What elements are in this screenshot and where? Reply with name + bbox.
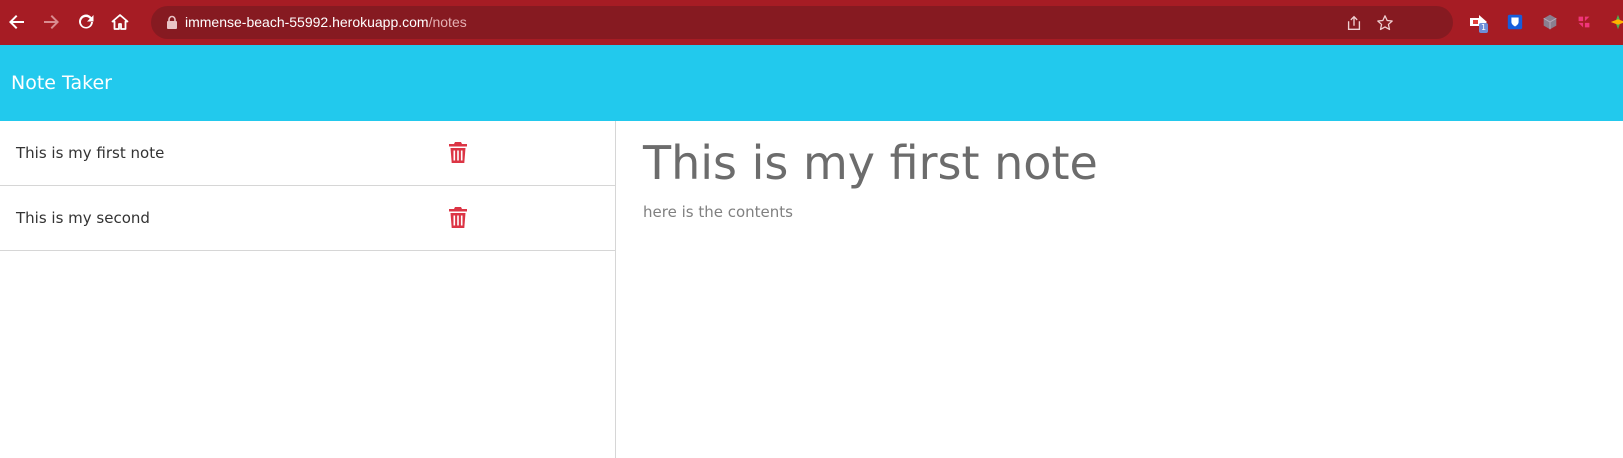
home-icon — [111, 14, 129, 30]
list-item[interactable]: This is my first note — [0, 121, 615, 186]
note-text-area[interactable]: here is the contents — [643, 203, 1603, 221]
forward-button[interactable] — [37, 8, 65, 36]
extension-button-5[interactable] — [1608, 12, 1623, 32]
address-bar[interactable]: immense-beach-55992.herokuapp.com/notes — [151, 6, 1453, 39]
extension-button-3[interactable] — [1540, 12, 1560, 32]
extension-button-4[interactable] — [1574, 12, 1594, 32]
share-button[interactable] — [1344, 13, 1364, 33]
home-button[interactable] — [106, 8, 134, 36]
notes-list: This is my first note This is my second — [0, 121, 616, 458]
extension-badge: 1 — [1479, 23, 1489, 33]
share-icon — [1347, 15, 1361, 30]
extension-button-1[interactable]: 1 — [1469, 12, 1489, 33]
delete-note-button[interactable] — [449, 142, 467, 163]
back-button[interactable] — [3, 8, 31, 36]
list-item[interactable]: This is my second — [0, 186, 615, 251]
app-brand[interactable]: Note Taker — [11, 45, 112, 121]
trash-icon — [449, 142, 467, 163]
note-editor: This is my first note here is the conten… — [643, 121, 1603, 221]
extension-button-2[interactable] — [1505, 12, 1525, 32]
url-text[interactable]: immense-beach-55992.herokuapp.com/notes — [185, 6, 467, 39]
cube-icon — [1543, 14, 1557, 30]
lock-icon — [167, 15, 177, 29]
puzzle-piece-icon — [1578, 16, 1590, 28]
bookmark-button[interactable] — [1375, 13, 1395, 33]
note-title[interactable]: This is my second — [16, 186, 150, 250]
back-arrow-icon — [9, 15, 24, 29]
colorful-extension-icon — [1610, 14, 1623, 30]
url-path: /notes — [428, 14, 467, 30]
bookmark-star-icon — [1377, 15, 1393, 31]
note-title[interactable]: This is my first note — [16, 121, 164, 185]
shield-icon — [1507, 14, 1523, 30]
delete-note-button[interactable] — [449, 207, 467, 228]
app-navbar: Note Taker — [0, 45, 1623, 121]
url-host: immense-beach-55992.herokuapp.com — [185, 14, 429, 30]
forward-arrow-icon — [44, 15, 59, 29]
reload-button[interactable] — [72, 8, 100, 36]
note-title-input[interactable]: This is my first note — [643, 133, 1603, 193]
browser-toolbar: immense-beach-55992.herokuapp.com/notes … — [0, 0, 1623, 45]
reload-icon — [79, 14, 94, 29]
trash-icon — [449, 207, 467, 228]
